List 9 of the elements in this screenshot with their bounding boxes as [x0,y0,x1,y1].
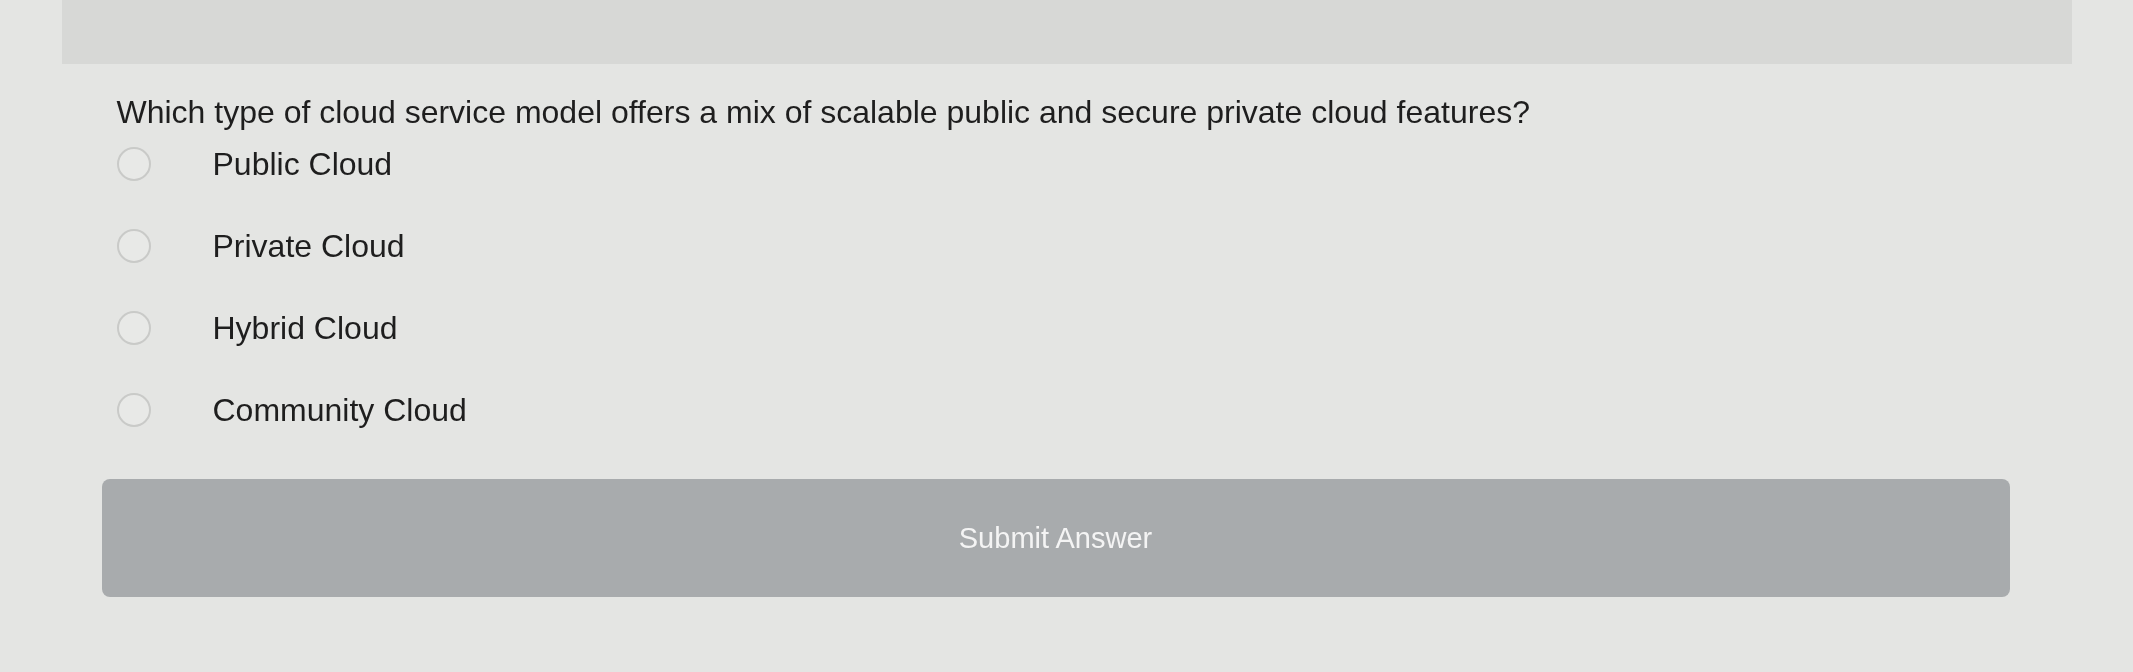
option-label[interactable]: Hybrid Cloud [212,309,398,347]
question-text: Which type of cloud service model offers a mix of scalable public and secure private cloud features? [115,94,1531,131]
option-label[interactable]: Public Cloud [212,145,393,183]
option-label[interactable]: Community Cloud [212,391,467,429]
radio-button[interactable] [116,229,151,263]
radio-button[interactable] [116,393,151,427]
option-label[interactable]: Private Cloud [212,227,405,265]
radio-button[interactable] [116,311,151,345]
radio-button[interactable] [116,147,151,181]
